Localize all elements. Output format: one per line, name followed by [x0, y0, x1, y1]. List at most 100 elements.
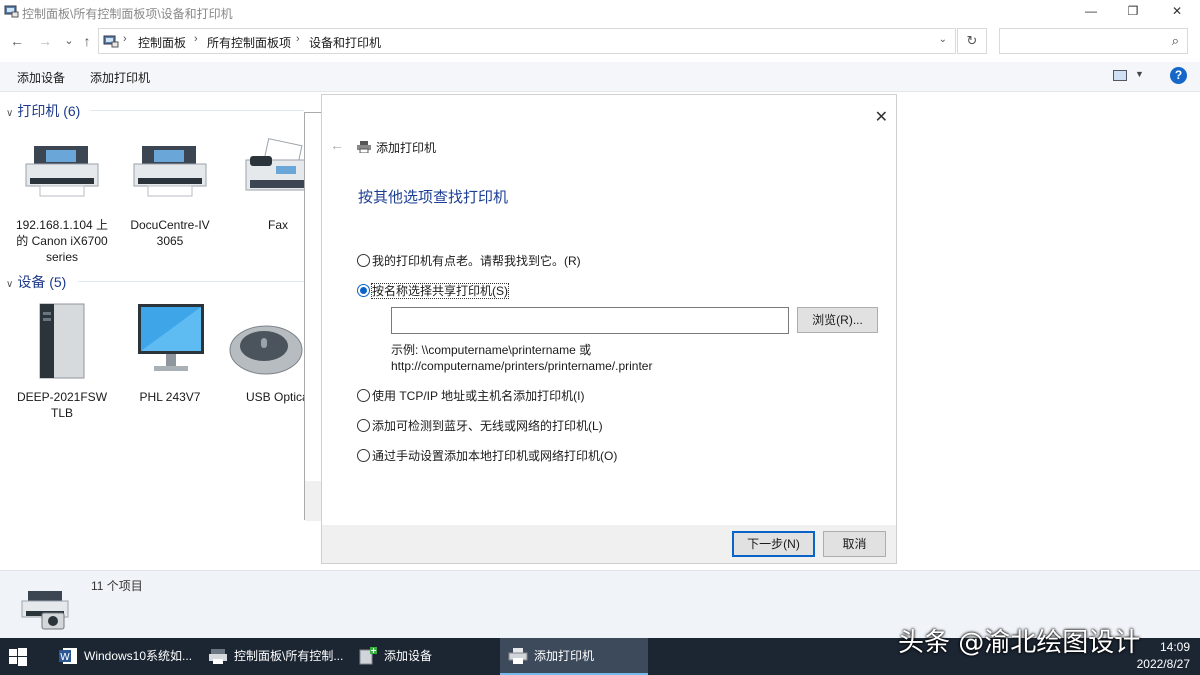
option-label: 按名称选择共享打印机(S)	[372, 284, 508, 298]
maximize-button[interactable]: ❐	[1110, 0, 1156, 24]
monitor-icon	[128, 302, 212, 380]
devices-printers-icon	[18, 587, 74, 633]
option-label: 添加可检测到蓝牙、无线或网络的打印机(L)	[372, 419, 603, 433]
taskbar-item-word[interactable]: W Windows10系统如...	[50, 638, 198, 675]
control-panel-icon	[4, 4, 19, 18]
radio-button[interactable]	[357, 389, 370, 402]
radio-button-selected[interactable]	[357, 284, 370, 297]
taskbar-item-label: 添加打印机	[534, 638, 594, 675]
dialog-heading: 按其他选项查找打印机	[358, 186, 508, 207]
device-item-canon-printer[interactable]: 192.168.1.104 上的 Canon iX6700 series	[12, 138, 112, 265]
example-line: http://computername/printers/printername…	[391, 358, 652, 374]
item-count: 11 个项目	[91, 577, 143, 594]
clock-time: 14:09	[1137, 639, 1190, 656]
add-device-button[interactable]: 添加设备	[17, 69, 65, 86]
dialog-back-arrow-icon[interactable]: ←	[330, 137, 344, 153]
example-line: 示例: \\computername\printername 或	[391, 342, 652, 358]
device-item-computer[interactable]: DEEP-2021FSW TLB	[12, 302, 112, 421]
recent-locations-icon[interactable]: ⌄	[60, 31, 78, 51]
refresh-icon: ↻	[967, 33, 978, 48]
device-item-docucentre[interactable]: DocuCentre-IV 3065	[120, 138, 220, 249]
device-label: USB Optical Mouse	[228, 389, 304, 405]
option-manual-local[interactable]: 通过手动设置添加本地打印机或网络打印机(O)	[357, 447, 617, 464]
search-input[interactable]: ⌕	[999, 28, 1188, 54]
device-item-monitor[interactable]: PHL 243V7	[120, 302, 220, 405]
address-bar-row: ← → ⌄ ↑ › 控制面板 › 所有控制面板项 › 设备和打印机 ⌄ ↻ ⌕	[0, 28, 1200, 54]
control-panel-icon	[103, 34, 119, 48]
device-label: PHL 243V7	[120, 389, 220, 405]
group-divider	[90, 110, 304, 111]
taskbar-item-label: 添加设备	[384, 638, 432, 675]
device-item-mouse[interactable]: USB Optical Mouse	[228, 302, 304, 405]
window-title: 控制面板\所有控制面板项\设备和打印机	[22, 5, 233, 22]
view-options-icon[interactable]	[1113, 70, 1127, 81]
devices-group-header[interactable]: ∨ 设备 (5)	[6, 272, 66, 292]
cancel-button[interactable]: 取消	[823, 531, 886, 557]
up-arrow-icon[interactable]: ↑	[78, 31, 96, 51]
view-dropdown-icon[interactable]: ▼	[1135, 69, 1144, 79]
dialog-title: 添加打印机	[376, 139, 436, 156]
printers-group-title: 打印机 (6)	[17, 103, 80, 119]
background-window-edge	[304, 112, 322, 520]
clock-date: 2022/8/27	[1137, 656, 1190, 673]
option-label: 我的打印机有点老。请帮我找到它。(R)	[372, 254, 581, 268]
group-divider	[78, 281, 304, 282]
chevron-down-icon: ∨	[6, 279, 13, 290]
printer-icon	[128, 138, 212, 208]
taskbar-item-label: Windows10系统如...	[84, 638, 192, 675]
refresh-button[interactable]: ↻	[957, 28, 987, 54]
breadcrumb-separator: ›	[296, 33, 300, 45]
watermark: 头条 @渝北绘图设计	[898, 622, 1140, 659]
radio-button[interactable]	[357, 449, 370, 462]
address-box[interactable]: › 控制面板 › 所有控制面板项 › 设备和打印机 ⌄	[98, 28, 956, 54]
dialog-footer: 下一步(N) 取消	[322, 525, 896, 563]
option-bluetooth-wireless[interactable]: 添加可检测到蓝牙、无线或网络的打印机(L)	[357, 417, 603, 434]
option-label: 通过手动设置添加本地打印机或网络打印机(O)	[372, 449, 617, 463]
devices-group-title: 设备 (5)	[17, 274, 66, 290]
svg-text:W: W	[60, 652, 70, 663]
printer-icon	[508, 646, 528, 666]
breadcrumb-separator: ›	[194, 33, 198, 45]
computer-tower-icon	[20, 302, 104, 380]
radio-button[interactable]	[357, 254, 370, 267]
radio-button[interactable]	[357, 419, 370, 432]
add-printer-button[interactable]: 添加打印机	[90, 69, 150, 86]
background-window-footer	[305, 481, 323, 521]
dialog-close-button[interactable]: ✕	[875, 107, 888, 127]
option-label: 使用 TCP/IP 地址或主机名添加打印机(I)	[372, 389, 584, 403]
help-icon[interactable]: ?	[1170, 67, 1187, 84]
minimize-button[interactable]: —	[1068, 0, 1114, 24]
taskbar-item-control-panel[interactable]: 控制面板\所有控制...	[200, 638, 348, 675]
forward-arrow-icon[interactable]: →	[36, 31, 54, 51]
search-icon: ⌕	[1172, 33, 1179, 49]
add-printer-dialog: ✕ ← 添加打印机 按其他选项查找打印机 我的打印机有点老。请帮我找到它。(R)…	[322, 95, 896, 563]
browse-button[interactable]: 浏览(R)...	[797, 307, 878, 333]
command-bar: 添加设备 添加打印机 ▼ ?	[0, 62, 1200, 92]
clock[interactable]: 14:09 2022/8/27	[1137, 639, 1190, 673]
next-button[interactable]: 下一步(N)	[732, 531, 815, 557]
windows-start-icon[interactable]	[8, 647, 28, 667]
address-dropdown-icon[interactable]: ⌄	[939, 34, 947, 45]
option-old-printer[interactable]: 我的打印机有点老。请帮我找到它。(R)	[357, 252, 581, 269]
device-label: DEEP-2021FSW TLB	[12, 389, 112, 421]
mouse-icon	[228, 302, 304, 380]
taskbar-item-add-printer[interactable]: 添加打印机	[500, 638, 648, 675]
breadcrumb-all-items[interactable]: 所有控制面板项	[207, 34, 291, 51]
taskbar-item-label: 控制面板\所有控制...	[234, 638, 343, 675]
breadcrumb-separator: ›	[123, 33, 127, 45]
device-label: 192.168.1.104 上的 Canon iX6700 series	[12, 217, 112, 265]
add-device-icon	[358, 646, 378, 666]
printers-group-header[interactable]: ∨打印机 (6)	[6, 101, 80, 121]
option-shared-printer[interactable]: 按名称选择共享打印机(S)	[357, 282, 508, 299]
example-text: 示例: \\computername\printername 或 http://…	[391, 342, 652, 374]
back-arrow-icon[interactable]: ←	[8, 31, 26, 51]
breadcrumb-devices-printers[interactable]: 设备和打印机	[309, 34, 381, 51]
option-tcp-ip[interactable]: 使用 TCP/IP 地址或主机名添加打印机(I)	[357, 387, 584, 404]
breadcrumb-control-panel[interactable]: 控制面板	[138, 34, 186, 51]
taskbar-item-add-device[interactable]: 添加设备	[350, 638, 498, 675]
shared-printer-name-input[interactable]	[391, 307, 789, 334]
word-icon: W	[58, 646, 78, 666]
close-button[interactable]: ✕	[1154, 0, 1200, 24]
printer-icon	[357, 141, 371, 153]
control-panel-icon	[208, 646, 228, 666]
